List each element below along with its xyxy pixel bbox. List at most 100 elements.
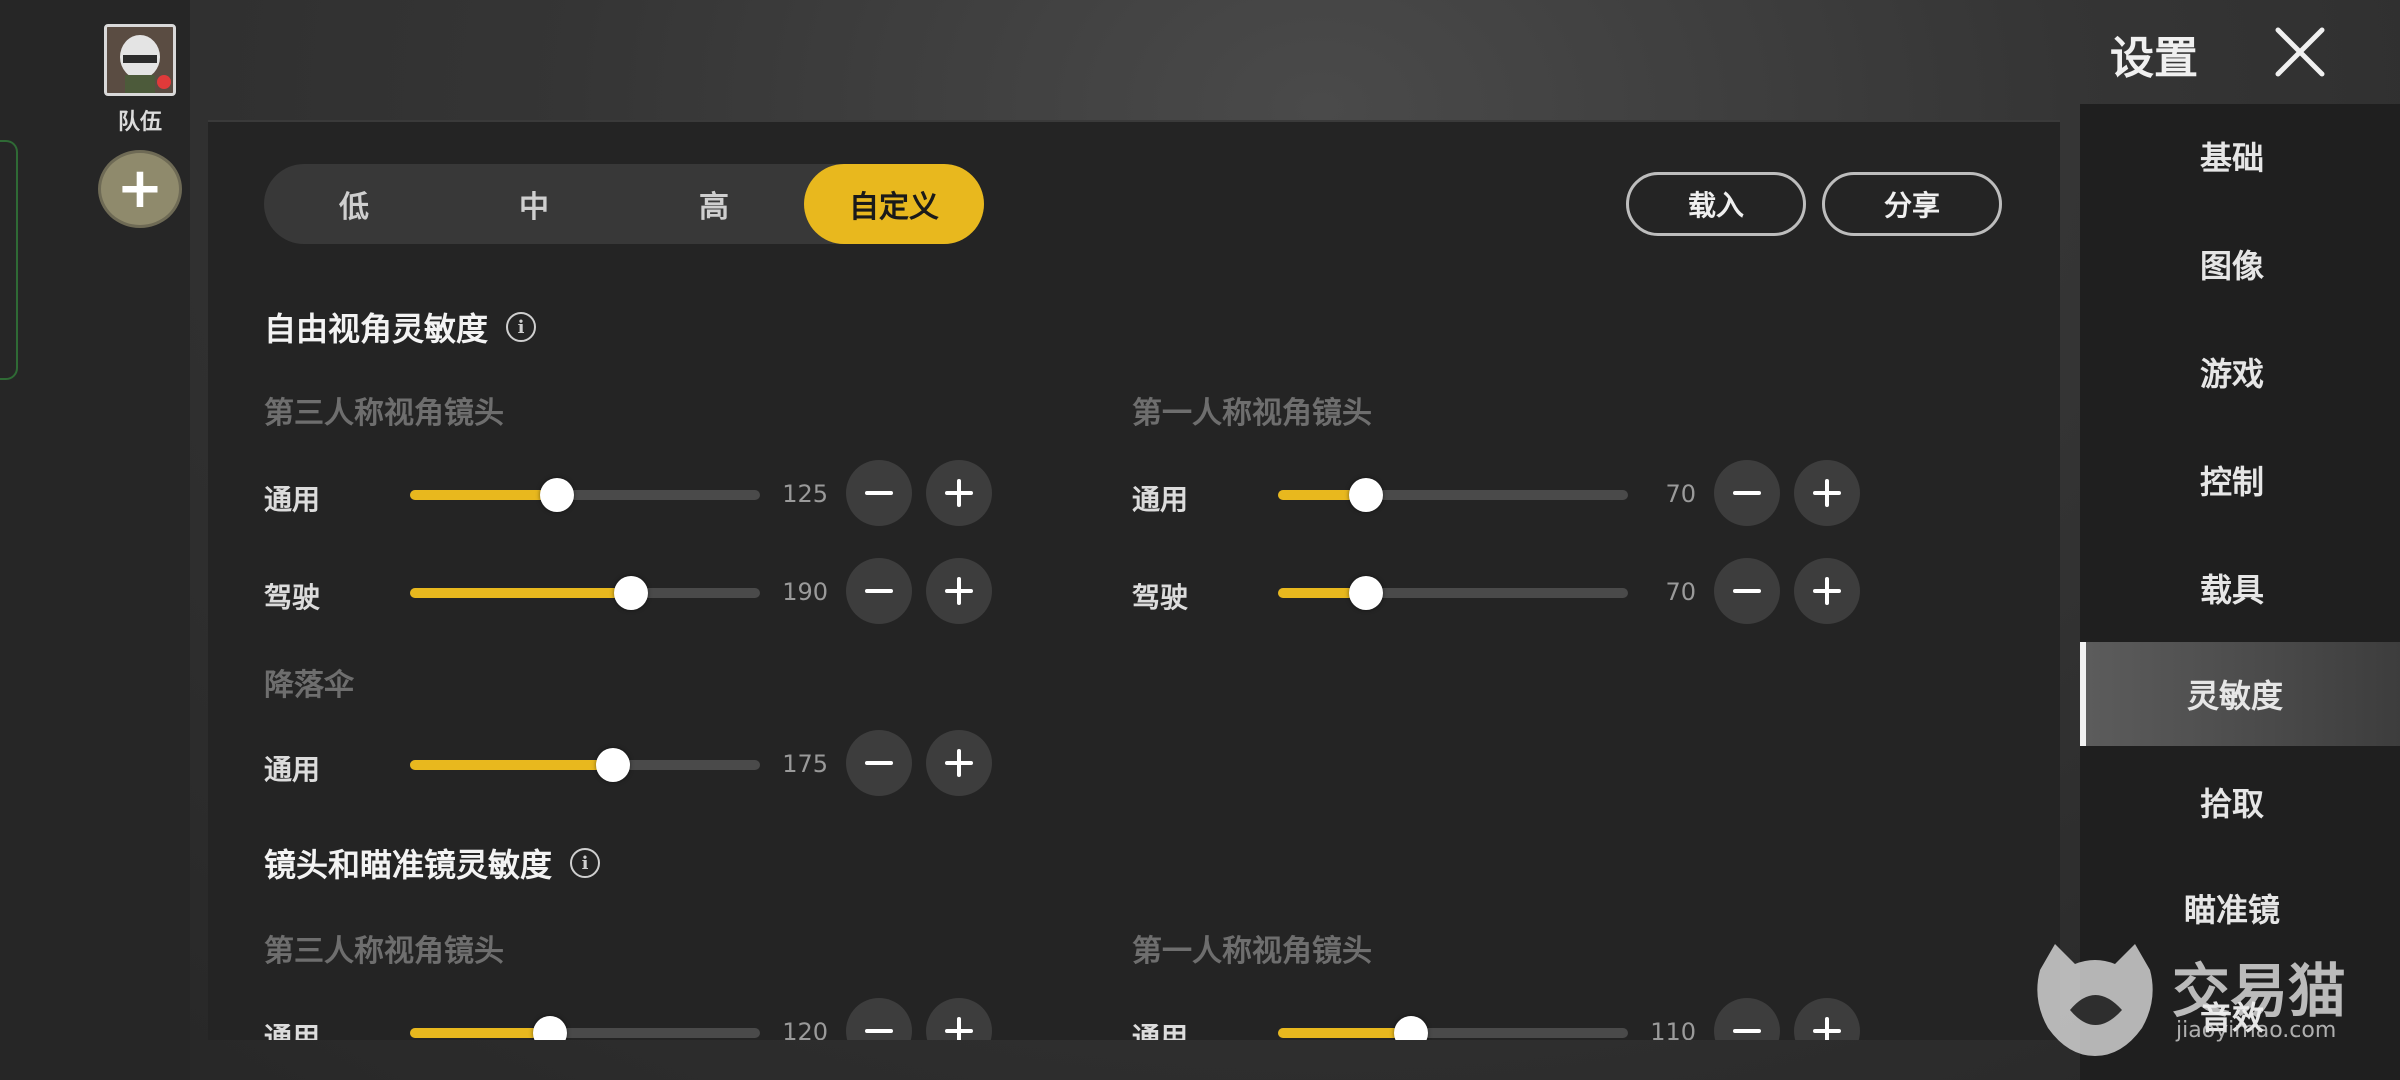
decrease-button[interactable] [1714,558,1780,624]
group-title-parachute: 降落伞 [264,668,354,703]
sensitivity-slider[interactable] [410,1016,760,1040]
slider-row: 通用 120 [264,996,1004,1040]
group-title-tpp: 第三人称视角镜头 [264,396,504,431]
settings-panel: 低 中 高 自定义 载入 分享 自由视角灵敏度 i 第三人称视角镜头 第一人称视… [208,120,2060,1040]
nav-item-sensitivity[interactable]: 灵敏度 [2080,642,2400,746]
slider-knob[interactable] [1348,576,1383,610]
nav-item-pickup[interactable]: 拾取 [2080,750,2400,854]
decrease-button[interactable] [846,558,912,624]
info-icon[interactable]: i [506,312,537,342]
nav-item-vehicle[interactable]: 载具 [2080,536,2400,640]
slider-fill [410,490,557,500]
slider-value: 70 [1665,578,1696,606]
slider-knob[interactable] [533,1016,567,1040]
watermark-url: jiaoyimao.com [2176,1018,2337,1043]
plus-icon [945,1017,973,1040]
decrease-button[interactable] [1714,460,1780,526]
increase-button[interactable] [926,558,992,624]
slider-knob[interactable] [596,748,630,782]
group-title-fpp: 第一人称视角镜头 [1132,396,1372,431]
slider-value: 120 [782,1018,828,1040]
minus-icon [865,761,893,765]
preset-selector: 低 中 高 自定义 [264,164,984,244]
slider-label: 驾驶 [1132,581,1189,614]
nav-item-graphics[interactable]: 图像 [2080,212,2400,316]
plus-icon [1813,479,1841,507]
preset-custom[interactable]: 自定义 [804,164,984,244]
close-button[interactable] [2268,20,2332,84]
info-icon[interactable]: i [570,848,601,878]
sensitivity-slider[interactable] [410,478,760,512]
minus-icon [865,491,893,495]
slider-row: 通用 175 [264,728,1004,798]
group-title-fpp: 第一人称视角镜头 [1132,934,1372,969]
slider-label: 通用 [1132,1021,1189,1040]
nav-item-controls[interactable]: 控制 [2080,428,2400,532]
sensitivity-slider[interactable] [410,576,760,610]
slider-fill [1278,1028,1411,1038]
team-add-button[interactable]: + [98,150,182,228]
slider-fill [410,760,613,770]
settings-nav: 基础 图像 游戏 控制 载具 灵敏度 拾取 瞄准镜 音效 [2080,104,2400,1080]
close-icon [2275,27,2325,77]
increase-button[interactable] [926,460,992,526]
minus-icon [1733,589,1761,593]
plus-icon [945,479,973,507]
section-title-camera-scope: 镜头和瞄准镜灵敏度 i [264,840,601,886]
slider-knob[interactable] [1394,1016,1428,1040]
section-title-text: 自由视角灵敏度 [264,310,489,348]
minus-icon [865,1029,893,1033]
nav-item-basic[interactable]: 基础 [2080,104,2400,208]
slider-value: 110 [1650,1018,1696,1040]
slider-row: 驾驶 190 [264,556,1004,626]
sensitivity-slider[interactable] [1278,478,1628,512]
decrease-button[interactable] [1714,998,1780,1040]
plus-icon [1813,1017,1841,1040]
slider-value: 70 [1665,480,1696,508]
load-button[interactable]: 载入 [1626,172,1806,236]
page-title: 设置 [2110,33,2198,84]
increase-button[interactable] [1794,558,1860,624]
decrease-button[interactable] [846,730,912,796]
avatar[interactable] [104,24,176,96]
section-title-text: 镜头和瞄准镜灵敏度 [264,846,553,884]
group-title-tpp: 第三人称视角镜头 [264,934,504,969]
slider-label: 通用 [264,753,321,786]
left-edge-tab[interactable] [0,140,18,380]
nav-item-game[interactable]: 游戏 [2080,320,2400,424]
slider-value: 125 [782,480,828,508]
watermark-name: 交易猫 [2172,957,2347,1025]
slider-knob[interactable] [613,576,648,610]
preset-high[interactable]: 高 [624,164,804,244]
slider-knob[interactable] [1348,478,1383,512]
plus-icon [945,749,973,777]
plus-icon [1813,577,1841,605]
sensitivity-slider[interactable] [1278,1016,1628,1040]
preset-medium[interactable]: 中 [444,164,624,244]
plus-icon [945,577,973,605]
preset-low[interactable]: 低 [264,164,444,244]
decrease-button[interactable] [846,460,912,526]
status-dot [157,75,171,89]
increase-button[interactable] [1794,460,1860,526]
minus-icon [865,589,893,593]
minus-icon [1733,1029,1761,1033]
slider-row: 通用 110 [1132,996,1872,1040]
slider-fill [410,1028,550,1038]
slider-knob[interactable] [540,478,574,512]
team-label: 队伍 [117,110,162,135]
cat-logo-icon [2037,944,2153,1056]
sensitivity-slider[interactable] [410,748,760,782]
watermark: 交易猫 jiaoyimao.com [2030,940,2380,1060]
increase-button[interactable] [926,998,992,1040]
slider-fill [410,588,631,598]
sensitivity-slider[interactable] [1278,576,1628,610]
increase-button[interactable] [926,730,992,796]
slider-label: 通用 [264,1021,321,1040]
slider-value: 190 [782,578,828,606]
share-button[interactable]: 分享 [1822,172,2002,236]
slider-row: 通用 70 [1132,458,1872,528]
slider-label: 驾驶 [264,581,321,614]
increase-button[interactable] [1794,998,1860,1040]
decrease-button[interactable] [846,998,912,1040]
